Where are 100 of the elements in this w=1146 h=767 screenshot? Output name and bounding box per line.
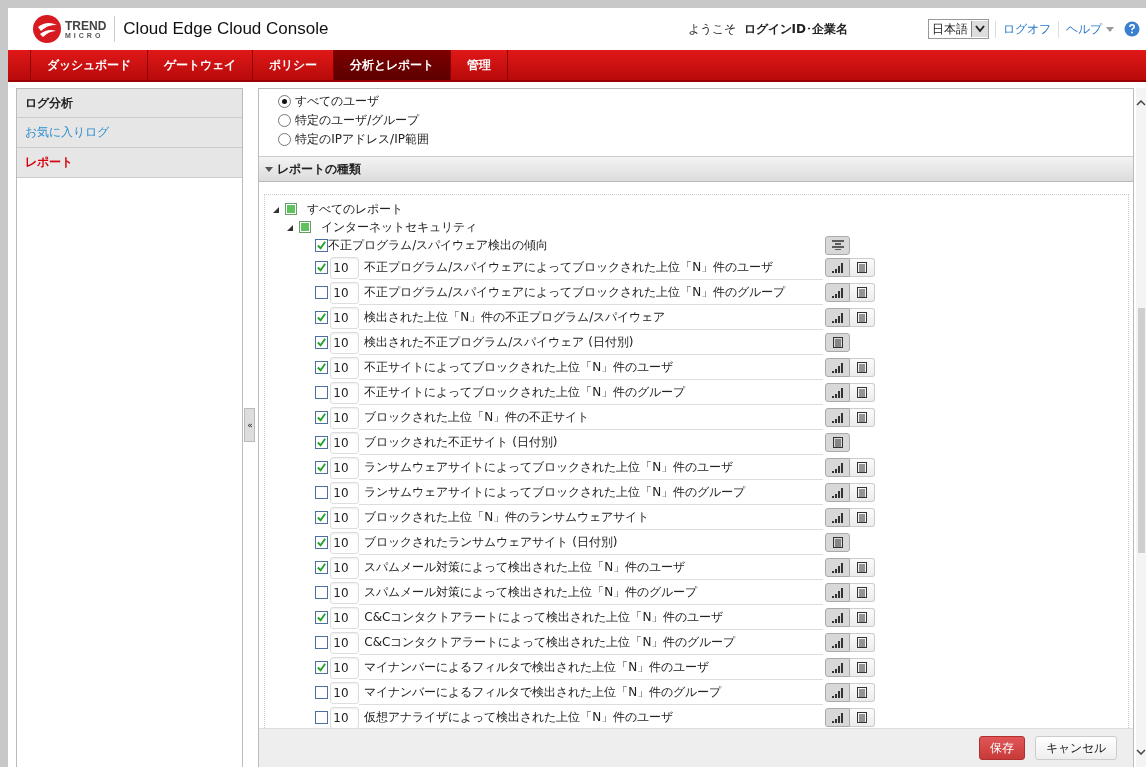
checkbox[interactable] <box>315 661 329 674</box>
chart-view-button[interactable] <box>825 283 851 302</box>
count-field[interactable]: 10 <box>330 481 360 504</box>
count-field[interactable]: 10 <box>330 556 360 579</box>
chart-view-button[interactable] <box>825 358 851 377</box>
count-field[interactable]: 10 <box>330 256 360 279</box>
chart-view-button[interactable] <box>825 633 851 652</box>
count-field[interactable]: 10 <box>330 506 360 529</box>
count-field[interactable]: 10 <box>330 606 360 629</box>
count-field[interactable]: 10 <box>330 381 360 404</box>
collapse-handle[interactable]: « <box>244 408 256 442</box>
table-view-button[interactable] <box>850 458 876 477</box>
radio-button[interactable] <box>278 133 292 146</box>
table-view-button[interactable] <box>850 483 876 502</box>
nav-tab[interactable]: 管理 <box>451 50 508 80</box>
checkbox[interactable] <box>315 461 329 474</box>
report-label: スパムメール対策によって検出された上位「N」件のグループ <box>359 580 824 605</box>
bar-chart-icon <box>832 512 844 523</box>
checkbox[interactable] <box>315 411 329 424</box>
checkbox[interactable] <box>315 486 329 499</box>
save-button[interactable]: 保存 <box>979 736 1026 760</box>
tree-checkbox[interactable] <box>299 221 312 233</box>
chart-view-button[interactable] <box>825 683 851 702</box>
table-view-button[interactable] <box>825 433 851 452</box>
table-view-button[interactable] <box>850 383 876 402</box>
chart-view-button[interactable] <box>825 658 851 677</box>
checkbox[interactable] <box>315 561 329 574</box>
checkbox[interactable] <box>315 238 329 252</box>
checkbox[interactable] <box>315 336 329 349</box>
count-field[interactable]: 10 <box>330 631 360 654</box>
trend-view-button[interactable] <box>825 235 851 255</box>
checkbox[interactable] <box>315 386 329 399</box>
radio-button[interactable] <box>278 95 292 108</box>
section-header[interactable]: レポートの種類 <box>259 156 1134 182</box>
radio-button[interactable] <box>278 114 292 127</box>
table-view-button[interactable] <box>825 533 851 552</box>
chart-view-button[interactable] <box>825 608 851 627</box>
count-field[interactable]: 10 <box>330 331 360 354</box>
nav-tab[interactable]: ダッシュボード <box>31 50 148 80</box>
sidebar-item[interactable]: レポート <box>17 148 243 178</box>
checkbox[interactable] <box>315 711 329 724</box>
chart-view-button[interactable] <box>825 483 851 502</box>
checkbox[interactable] <box>315 686 329 699</box>
table-view-button[interactable] <box>850 708 876 727</box>
checkbox[interactable] <box>315 511 329 524</box>
count-field[interactable]: 10 <box>330 406 360 429</box>
table-view-button[interactable] <box>850 283 876 302</box>
count-field[interactable]: 10 <box>330 356 360 379</box>
chart-view-button[interactable] <box>825 458 851 477</box>
count-field[interactable]: 10 <box>330 681 360 704</box>
table-view-button[interactable] <box>850 408 876 427</box>
table-view-button[interactable] <box>825 333 851 352</box>
chart-view-button[interactable] <box>825 508 851 527</box>
checkbox[interactable] <box>315 286 329 299</box>
chart-view-button[interactable] <box>825 583 851 602</box>
checkbox[interactable] <box>315 436 329 449</box>
tree-toggle-icon[interactable] <box>273 207 280 213</box>
table-view-button[interactable] <box>850 633 876 652</box>
table-view-button[interactable] <box>850 258 876 277</box>
chart-view-button[interactable] <box>825 408 851 427</box>
language-select[interactable]: 日本語 <box>928 19 989 39</box>
count-field[interactable]: 10 <box>330 656 360 679</box>
chart-view-button[interactable] <box>825 558 851 577</box>
checkbox[interactable] <box>315 311 329 324</box>
table-view-button[interactable] <box>850 658 876 677</box>
table-view-button[interactable] <box>850 558 876 577</box>
checkbox[interactable] <box>315 261 329 274</box>
tree-toggle-icon[interactable] <box>287 225 294 231</box>
table-view-button[interactable] <box>850 608 876 627</box>
cancel-button[interactable]: キャンセル <box>1035 736 1118 760</box>
bar-chart-icon <box>832 587 844 598</box>
scrollbar[interactable] <box>1136 88 1146 767</box>
count-field[interactable]: 10 <box>330 306 360 329</box>
nav-tab[interactable]: 分析とレポート <box>334 50 451 80</box>
chart-view-button[interactable] <box>825 383 851 402</box>
tree-checkbox[interactable] <box>285 203 298 215</box>
chart-view-button[interactable] <box>825 708 851 727</box>
checkbox[interactable] <box>315 586 329 599</box>
checkbox[interactable] <box>315 636 329 649</box>
count-field[interactable]: 10 <box>330 706 360 729</box>
count-field[interactable]: 10 <box>330 431 360 454</box>
help-icon[interactable] <box>1124 21 1140 37</box>
count-field[interactable]: 10 <box>330 581 360 604</box>
bar-chart-icon <box>832 487 844 498</box>
count-field[interactable]: 10 <box>330 456 360 479</box>
count-field[interactable]: 10 <box>330 531 360 554</box>
table-view-button[interactable] <box>850 683 876 702</box>
table-view-button[interactable] <box>850 308 876 327</box>
checkbox[interactable] <box>315 536 329 549</box>
count-field[interactable]: 10 <box>330 281 360 304</box>
table-view-button[interactable] <box>850 583 876 602</box>
logoff-link[interactable]: ログオフ <box>995 20 1058 38</box>
checkbox[interactable] <box>315 361 329 374</box>
chart-view-button[interactable] <box>825 308 851 327</box>
checkbox[interactable] <box>315 611 329 624</box>
table-icon <box>857 612 868 623</box>
chart-view-button[interactable] <box>825 258 851 277</box>
table-view-button[interactable] <box>850 358 876 377</box>
nav-tab[interactable]: ゲートウェイ <box>148 50 253 80</box>
table-view-button[interactable] <box>850 508 876 527</box>
